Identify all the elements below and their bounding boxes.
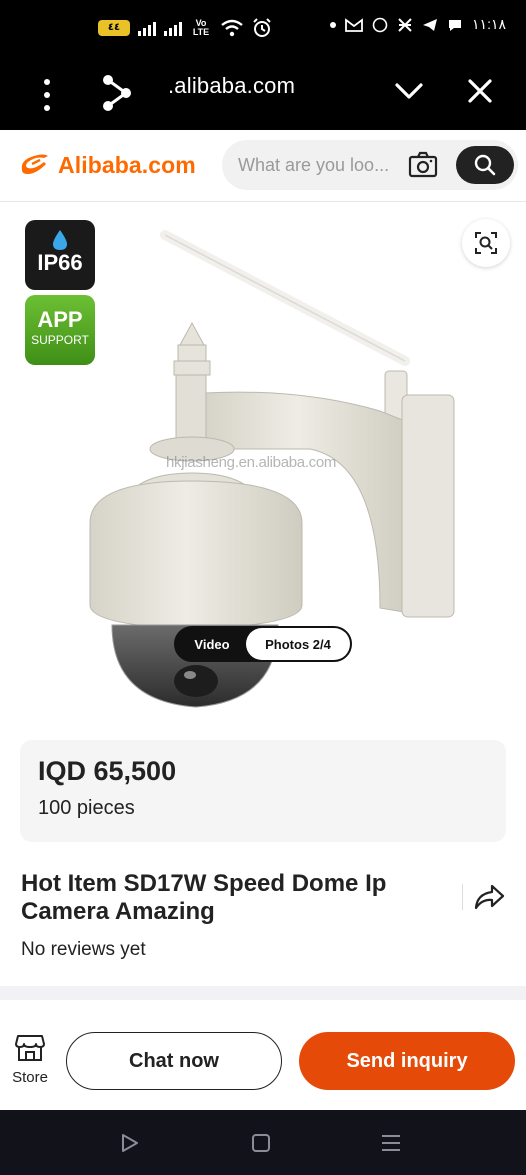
photos-tab[interactable]: Photos 2/4 xyxy=(246,628,350,660)
section-divider xyxy=(0,986,526,1000)
app-support-badge: APP SUPPORT xyxy=(25,295,95,365)
system-navigation-bar xyxy=(0,1110,526,1175)
gmail-icon xyxy=(345,17,363,32)
product-title: Hot Item SD17W Speed Dome Ip Camera Amaz… xyxy=(21,870,387,925)
volte-indicator: Vo LTE xyxy=(192,18,210,37)
store-button[interactable]: Store xyxy=(8,1032,52,1088)
close-icon[interactable] xyxy=(464,74,496,108)
product-image-gallery[interactable]: hkjiasheng.en.alibaba.com IP66 APP SUPPO… xyxy=(0,203,526,723)
video-tab[interactable]: Video xyxy=(176,637,248,652)
image-watermark: hkjiasheng.en.alibaba.com xyxy=(166,454,337,471)
wifi-icon xyxy=(221,19,243,37)
status-left-group: ٤٤ Vo LTE xyxy=(98,18,272,38)
media-toggle: Video Photos 2/4 xyxy=(174,626,352,662)
dot-icon xyxy=(330,21,337,28)
battery-level: ٤٤ xyxy=(107,22,121,33)
telegram-icon xyxy=(423,18,438,31)
whatsapp-icon xyxy=(372,17,388,32)
alarm-icon xyxy=(253,18,271,37)
app-notification-icon xyxy=(398,17,412,32)
status-bar: ٤٤ Vo LTE ١١:١٨ xyxy=(0,0,526,60)
product-price: IQD 65,500 xyxy=(38,756,177,786)
logo-text: Alibaba.com xyxy=(58,151,196,178)
recents-nav-icon[interactable] xyxy=(380,1132,402,1154)
store-icon xyxy=(15,1035,45,1061)
image-search-icon xyxy=(475,232,497,254)
back-nav-icon[interactable] xyxy=(118,1132,142,1154)
app-badge-title: APP xyxy=(37,307,83,332)
share-forward-icon[interactable] xyxy=(472,880,506,914)
price-card: IQD 65,500 100 pieces xyxy=(20,740,506,842)
water-drop-icon xyxy=(53,230,67,250)
message-icon xyxy=(449,19,462,31)
battery-icon: ٤٤ xyxy=(98,20,130,36)
store-label: Store xyxy=(12,1069,48,1086)
browser-url-bar: .alibaba.com xyxy=(0,60,526,130)
reviews-summary[interactable]: No reviews yet xyxy=(21,939,146,961)
search-button[interactable] xyxy=(456,146,514,184)
minimum-order-quantity: 100 pieces xyxy=(38,797,135,819)
search-icon xyxy=(474,154,496,176)
image-search-button[interactable] xyxy=(462,219,510,267)
status-right-group: ١١:١٨ xyxy=(330,16,506,33)
share-icon[interactable] xyxy=(100,72,134,114)
app-badge-subtitle: SUPPORT xyxy=(31,333,89,347)
alibaba-logo[interactable]: Alibaba.com xyxy=(18,150,196,180)
search-input[interactable] xyxy=(238,153,398,177)
bottom-action-bar: Store Chat now Send inquiry xyxy=(0,1010,526,1110)
more-vertical-icon[interactable] xyxy=(36,76,58,114)
ip66-label: IP66 xyxy=(37,250,83,275)
url-text[interactable]: .alibaba.com xyxy=(168,72,295,100)
signal-icon xyxy=(138,20,156,36)
alibaba-logo-icon xyxy=(21,154,48,174)
site-header: Alibaba.com xyxy=(0,130,526,202)
camera-search-icon[interactable] xyxy=(408,151,438,179)
signal-icon-2 xyxy=(164,20,182,36)
chevron-down-icon[interactable] xyxy=(392,74,426,108)
title-divider xyxy=(462,884,463,910)
status-time: ١١:١٨ xyxy=(472,16,506,32)
chat-now-button[interactable]: Chat now xyxy=(66,1032,282,1090)
ip66-badge: IP66 xyxy=(25,220,95,290)
search-box[interactable] xyxy=(222,140,518,190)
home-nav-icon[interactable] xyxy=(250,1132,272,1154)
send-inquiry-button[interactable]: Send inquiry xyxy=(299,1032,515,1090)
